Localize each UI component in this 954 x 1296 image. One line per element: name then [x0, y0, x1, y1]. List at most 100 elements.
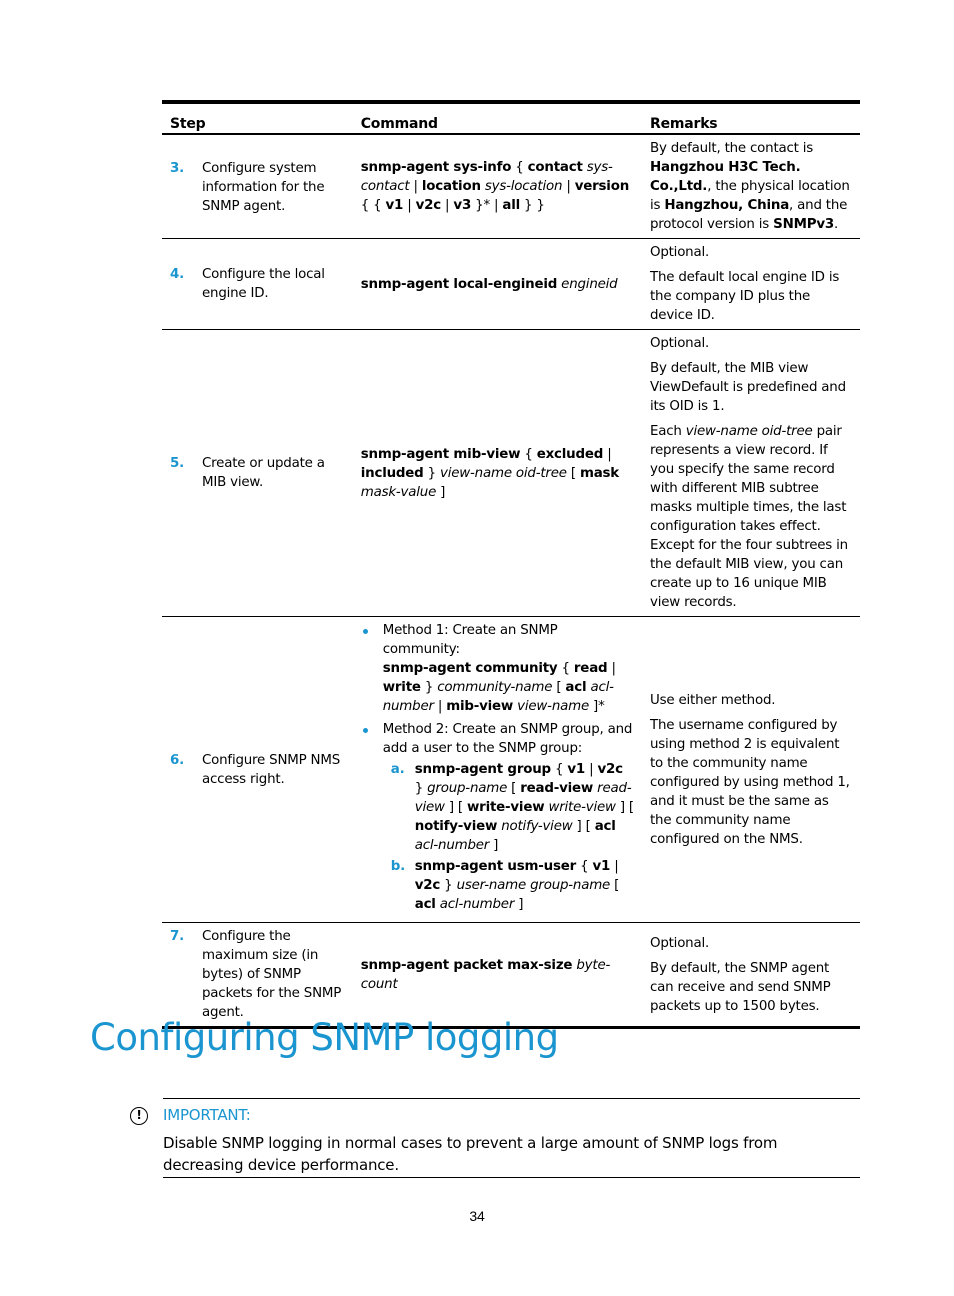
argument: view-name oid-tree	[440, 465, 567, 481]
text-run: }	[423, 465, 441, 481]
text-run: Optional.	[649, 245, 710, 260]
keyword: excluded	[536, 446, 604, 462]
command-cell: snmp-agent sys-info { contact sys-contac…	[352, 134, 642, 239]
text-run: Each	[649, 424, 686, 439]
step-description: Configure SNMP NMS access right.	[202, 752, 341, 787]
argument: sys-location	[480, 179, 563, 194]
step-wrapper: 6. Configure SNMP NMS access right.	[170, 751, 345, 789]
table-row: 3. Configure system information for the S…	[162, 134, 860, 239]
text-run: }	[440, 878, 457, 893]
text-run: ]	[489, 838, 499, 853]
keyword: Hangzhou, China	[664, 198, 790, 213]
table-row: 6. Configure SNMP NMS access right. Method…	[162, 616, 860, 923]
page-number: 34	[469, 1208, 485, 1224]
step-wrapper: 3. Configure system information for the S…	[170, 159, 345, 216]
text-run: ]*	[589, 699, 605, 714]
remark-paragraph: By default, the SNMP agent can receive a…	[650, 959, 852, 1016]
keyword: snmp-agent packet max-size	[360, 957, 573, 973]
exclamation-circle-icon: !	[130, 1107, 148, 1125]
command-syntax: snmp-agent local-engineid engineid	[361, 275, 634, 294]
command-syntax: snmp-agent mib-view { excluded | include…	[361, 445, 634, 502]
note-top-divider	[163, 1098, 860, 1099]
text-run: |	[603, 446, 612, 462]
text-run: }	[420, 680, 438, 695]
text-run: |	[562, 179, 575, 194]
keyword: version	[574, 179, 630, 194]
substep-label: a.	[390, 762, 405, 777]
method-item: Method 1: Create an SNMP community: snmp-…	[362, 621, 634, 716]
keyword: snmp-agent sys-info	[360, 160, 512, 175]
remark-paragraph: Use either method.	[650, 691, 852, 710]
header-remarks: Remarks	[641, 100, 860, 135]
command-cell: snmp-agent local-engineid engineid	[352, 238, 642, 330]
keyword: mib-view	[446, 699, 514, 714]
text-run: [	[552, 680, 566, 695]
keyword: snmp-agent usm-user	[414, 859, 577, 874]
text-run: |	[403, 198, 416, 213]
text-run: The username configured by using method …	[649, 717, 850, 847]
important-label: IMPORTANT:	[163, 1106, 251, 1124]
text-run: |	[585, 762, 598, 777]
text-run: |	[610, 859, 619, 874]
keyword: location	[421, 179, 481, 194]
command-cell: Method 1: Create an SNMP community: snmp-…	[352, 616, 642, 923]
keyword: acl	[594, 819, 616, 834]
text-run: pair represents a view record. If you sp…	[649, 424, 848, 610]
header-step: Step	[162, 100, 353, 135]
remark-paragraph: By default, the MIB view ViewDefault is …	[650, 359, 852, 416]
text-run: {	[511, 160, 528, 175]
keyword: SNMPv3	[773, 217, 834, 232]
table-row: 4. Configure the local engine ID. snmp-age…	[162, 238, 860, 330]
keyword: snmp-agent community	[382, 661, 558, 676]
text-run: |	[440, 198, 454, 213]
remark-paragraph: Each view-name oid-tree pair represents …	[650, 422, 852, 612]
substep-list: a. snmp-agent group { v1 | v2c } group-na…	[383, 760, 634, 914]
command-syntax: snmp-agent sys-info { contact sys-contac…	[361, 158, 634, 215]
argument: view-name oid-tree	[685, 424, 813, 439]
step-wrapper: 4. Configure the local engine ID.	[170, 265, 345, 303]
argument: user-name group-name	[456, 878, 611, 893]
text-run: Optional.	[649, 935, 710, 951]
keyword: v1	[385, 198, 404, 213]
text-run: By default, the MIB view ViewDefault is …	[649, 361, 846, 414]
remarks-cell: Optional. By default, the SNMP agent can …	[641, 922, 860, 1029]
table-row: 7. Configure the maximum size (in bytes) …	[162, 922, 860, 1029]
argument: write-view	[544, 800, 616, 815]
argument: mask-value	[360, 484, 437, 500]
keyword: v2c	[415, 198, 442, 213]
text-run: By default, the contact is	[649, 141, 814, 156]
argument: acl-number	[435, 897, 515, 912]
method-intro: Method 2: Create an SNMP group, and add …	[382, 722, 633, 756]
table-header-row: Step Command Remarks	[162, 100, 860, 135]
keyword: snmp-agent local-engineid	[360, 276, 558, 292]
remarks-cell: By default, the contact is Hangzhou H3C …	[641, 134, 860, 239]
text-run: [	[507, 781, 521, 796]
keyword: v2c	[414, 878, 441, 893]
substep-item: a. snmp-agent group { v1 | v2c } group-na…	[391, 760, 634, 855]
remarks-cell: Optional. By default, the MIB view ViewDe…	[641, 329, 860, 617]
text-run: |	[433, 699, 447, 714]
text-run: {	[550, 762, 568, 777]
table-body: 3. Configure system information for the S…	[162, 134, 860, 1029]
keyword: contact	[527, 160, 583, 175]
command-cell: snmp-agent packet max-size byte-count	[352, 922, 642, 1029]
text-run: {	[520, 446, 537, 462]
method-intro: Method 1: Create an SNMP community:	[382, 623, 558, 657]
section-title: Configuring SNMP logging	[90, 1016, 559, 1059]
remark-paragraph: Optional.	[650, 334, 852, 353]
table-row: 5. Create or update a MIB view. snmp-agent…	[162, 329, 860, 617]
remarks-cell: Use either method. The username configure…	[641, 616, 860, 923]
argument: view-name	[513, 699, 589, 714]
important-body: Disable SNMP logging in normal cases to …	[163, 1132, 860, 1178]
step-wrapper: 7. Configure the maximum size (in bytes) …	[170, 927, 345, 1022]
step-description: Create or update a MIB view.	[202, 456, 325, 490]
keyword: acl	[414, 897, 436, 912]
text-run: }	[414, 781, 428, 796]
command-syntax: snmp-agent usm-user { v1 | v2c } user-na…	[415, 857, 634, 914]
text-run: {	[576, 859, 593, 874]
step-number: 5.	[170, 456, 185, 471]
step-number: 4.	[170, 267, 185, 282]
text-run: ]	[514, 897, 524, 912]
keyword: notify-view	[414, 819, 498, 834]
remark-paragraph: By default, the contact is Hangzhou H3C …	[650, 139, 852, 234]
